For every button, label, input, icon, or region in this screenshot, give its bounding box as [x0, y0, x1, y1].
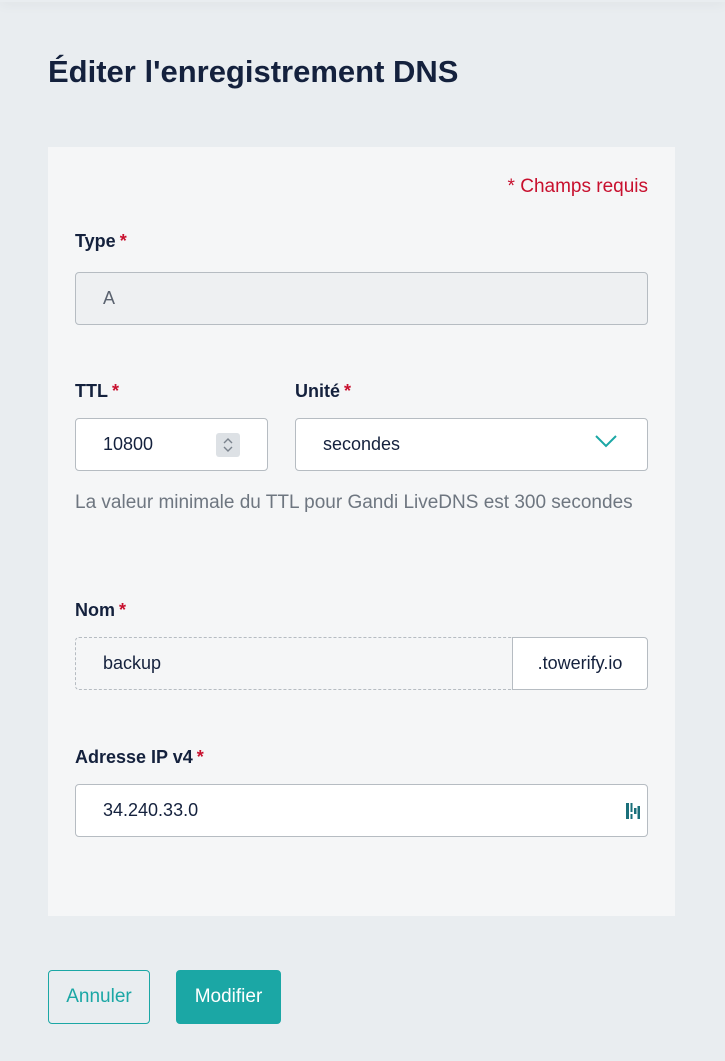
ipv4-label-text: Adresse IP v4 [75, 747, 193, 767]
ttl-label-text: TTL [75, 381, 108, 401]
stepper-down-icon[interactable] [223, 446, 233, 452]
name-field-group: backup .towerify.io [75, 637, 648, 690]
dns-record-form: * Champs requis Type * A TTL * 10800 Unité… [48, 147, 675, 916]
required-star: * [119, 231, 127, 251]
password-manager-icon[interactable] [625, 801, 641, 821]
name-value: backup [103, 653, 162, 673]
name-input[interactable]: backup [75, 637, 513, 690]
type-value: A [103, 288, 116, 308]
chevron-down-icon[interactable] [595, 435, 617, 448]
ipv4-label: Adresse IP v4 * [75, 747, 204, 768]
required-star: * [119, 600, 127, 620]
page-title: Éditer l'enregistrement DNS [48, 54, 459, 89]
ipv4-input[interactable]: 34.240.33.0 [75, 784, 648, 837]
domain-suffix: .towerify.io [512, 637, 648, 690]
name-label-text: Nom [75, 600, 115, 620]
ttl-help-text: La valeur minimale du TTL pour Gandi Liv… [75, 492, 633, 513]
type-label: Type * [75, 231, 127, 252]
unit-label-text: Unité [295, 381, 340, 401]
ttl-label: TTL * [75, 381, 119, 402]
unit-label: Unité * [295, 381, 351, 402]
stepper-up-icon[interactable] [223, 438, 233, 444]
ttl-value: 10800 [103, 434, 154, 454]
required-star: * [344, 381, 352, 401]
cancel-button[interactable]: Annuler [48, 970, 150, 1024]
unit-select[interactable]: secondes [295, 418, 648, 471]
ipv4-value: 34.240.33.0 [103, 800, 199, 820]
type-field: A [75, 272, 648, 325]
required-star: * [112, 381, 120, 401]
top-bar-shadow [0, 0, 725, 2]
required-star: * [196, 747, 204, 767]
submit-button[interactable]: Modifier [176, 970, 281, 1024]
name-label: Nom * [75, 600, 126, 621]
type-label-text: Type [75, 231, 116, 251]
ttl-input[interactable]: 10800 [75, 418, 268, 471]
unit-value: secondes [323, 434, 401, 454]
required-fields-note: * Champs requis [507, 176, 648, 197]
ttl-stepper[interactable] [216, 433, 240, 457]
